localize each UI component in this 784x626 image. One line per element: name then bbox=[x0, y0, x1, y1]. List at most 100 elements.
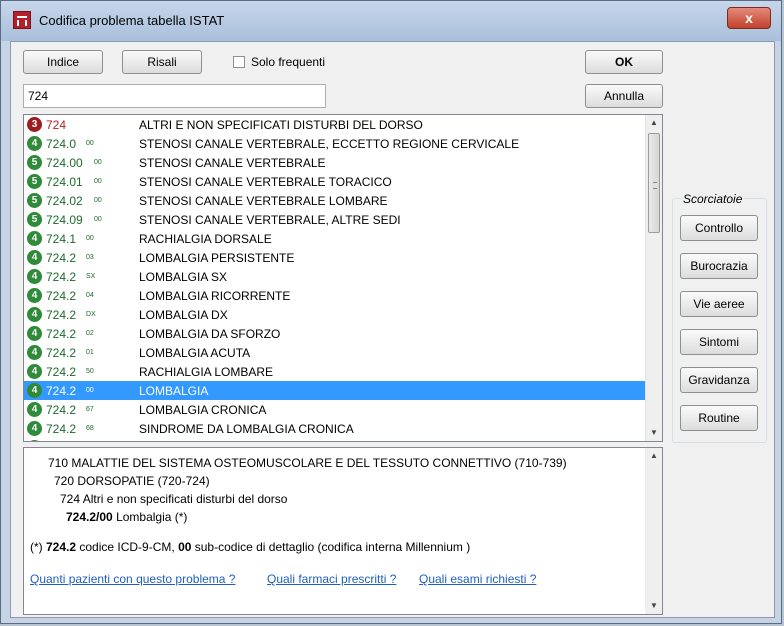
item-subcode: SX bbox=[86, 273, 96, 280]
item-code: 724.1 bbox=[46, 232, 77, 246]
selected-desc: Lombalgia (*) bbox=[116, 510, 188, 524]
selected-code: 724.2/00 bbox=[66, 510, 113, 524]
item-description: LOMBALGIA bbox=[139, 384, 209, 398]
shortcut-button-routine[interactable]: Routine bbox=[680, 405, 758, 431]
item-description: LOMBALGIA DA SFORZO bbox=[139, 327, 281, 341]
item-subcode: 00 bbox=[94, 216, 102, 223]
risali-button[interactable]: Risali bbox=[122, 50, 202, 74]
list-item[interactable]: 4 724.2 00 LOMBALGIA bbox=[24, 381, 646, 400]
list-item[interactable]: 4 724.2 02 LOMBALGIA DA SFORZO bbox=[24, 324, 646, 343]
detail-scrollbar[interactable]: ▲ ▼ bbox=[645, 448, 662, 614]
indice-button[interactable]: Indice bbox=[23, 50, 103, 74]
level-badge-icon: 4 bbox=[27, 288, 42, 303]
shortcut-button-gravidanza[interactable]: Gravidanza bbox=[680, 367, 758, 393]
list-item[interactable]: 4 724.2 67 LOMBALGIA CRONICA bbox=[24, 400, 646, 419]
list-item[interactable]: 3 724 ALTRI E NON SPECIFICATI DISTURBI DEL… bbox=[24, 115, 646, 134]
detail-scroll-up-icon[interactable]: ▲ bbox=[646, 448, 662, 464]
list-item[interactable]: 5 724.00 00 STENOSI CANALE VERTEBRALE bbox=[24, 153, 646, 172]
item-subcode: 00 bbox=[94, 178, 102, 185]
item-code: 724.09 bbox=[46, 213, 83, 227]
item-code: 724.2 bbox=[46, 403, 77, 417]
problem-code-list[interactable]: 3 724 ALTRI E NON SPECIFICATI DISTURBI DEL… bbox=[23, 114, 663, 442]
detail-panel: 710 MALATTIE DEL SISTEMA OSTEOMUSCOLARE … bbox=[23, 447, 663, 615]
dialog-window: Codifica problema tabella ISTAT x Indice… bbox=[0, 0, 782, 624]
item-description: LOMBALGIA CRONICA bbox=[139, 403, 267, 417]
item-subcode: 68 bbox=[86, 425, 94, 432]
list-item[interactable]: 4 724.2 68 SINDROME DA LOMBALGIA CRONICA bbox=[24, 419, 646, 438]
level-badge-icon: 4 bbox=[27, 136, 42, 151]
item-description: STENOSI CANALE VERTEBRALE, ECCETTO REGIO… bbox=[139, 137, 520, 151]
list-item[interactable]: 4 724.2 SX LOMBALGIA SX bbox=[24, 267, 646, 286]
list-scrollbar[interactable]: ▲ ▼ bbox=[645, 115, 662, 441]
level-badge-icon: 5 bbox=[27, 193, 42, 208]
list-item[interactable]: 4 724.2 01 LOMBALGIA ACUTA bbox=[24, 343, 646, 362]
level-badge-icon: 4 bbox=[27, 307, 42, 322]
level-badge-icon: 5 bbox=[27, 155, 42, 170]
item-description: STENOSI CANALE VERTEBRALE bbox=[139, 156, 326, 170]
solo-frequenti-checkbox[interactable]: Solo frequenti bbox=[233, 54, 325, 70]
link-patients[interactable]: Quanti pazienti con questo problema ? bbox=[30, 572, 235, 586]
level-badge-icon: 5 bbox=[27, 212, 42, 227]
annulla-button[interactable]: Annulla bbox=[585, 84, 663, 108]
item-subcode: 02 bbox=[86, 330, 94, 337]
search-input[interactable]: 724 bbox=[23, 84, 326, 108]
list-item[interactable]: 5 724.01 00 STENOSI CANALE VERTEBRALE TORAC… bbox=[24, 172, 646, 191]
item-subcode: 00 bbox=[94, 197, 102, 204]
level-badge-icon: 4 bbox=[27, 250, 42, 265]
shortcut-button-vie-aeree[interactable]: Vie aeree bbox=[680, 291, 758, 317]
item-subcode: 00 bbox=[86, 140, 94, 147]
level-badge-icon: 4 bbox=[27, 345, 42, 360]
solo-frequenti-label: Solo frequenti bbox=[251, 54, 326, 69]
item-code: 724.2 bbox=[46, 289, 77, 303]
item-subcode: DX bbox=[86, 311, 96, 318]
item-subcode: 00 bbox=[86, 387, 94, 394]
item-code: 724.01 bbox=[46, 175, 83, 189]
scroll-up-icon[interactable]: ▲ bbox=[646, 115, 662, 131]
item-description: LOMBALGIA ACUTA bbox=[139, 346, 251, 360]
hierarchy-chapter: 710 MALATTIE DEL SISTEMA OSTEOMUSCOLARE … bbox=[48, 456, 567, 470]
level-badge-icon: 4 bbox=[27, 440, 42, 441]
ok-button[interactable]: OK bbox=[585, 50, 663, 74]
link-drugs[interactable]: Quali farmaci prescritti ? bbox=[267, 572, 396, 586]
close-button[interactable]: x bbox=[727, 7, 771, 29]
note-sub: 00 bbox=[178, 540, 192, 554]
item-description: RACHIALGIA DORSALE bbox=[139, 232, 272, 246]
level-badge-icon: 4 bbox=[27, 269, 42, 284]
list-item[interactable]: 4 724.2 04 LOMBALGIA RICORRENTE bbox=[24, 286, 646, 305]
level-badge-icon: 3 bbox=[27, 117, 42, 132]
list-item[interactable]: 5 724.02 00 STENOSI CANALE VERTEBRALE LOMBA… bbox=[24, 191, 646, 210]
detail-scroll-down-icon[interactable]: ▼ bbox=[646, 598, 662, 614]
item-description: LOMBALGIA PERSISTENTE bbox=[139, 251, 295, 265]
list-item[interactable]: 4 724.1 00 RACHIALGIA DORSALE bbox=[24, 229, 646, 248]
grip-icon bbox=[653, 182, 657, 189]
scroll-down-icon[interactable]: ▼ bbox=[646, 425, 662, 441]
item-code: 724.2 bbox=[46, 365, 77, 379]
link-exams[interactable]: Quali esami richiesti ? bbox=[419, 572, 536, 586]
item-code: 724.3 bbox=[46, 441, 76, 442]
list-item[interactable]: 4 724.2 50 RACHIALGIA LOMBARE bbox=[24, 362, 646, 381]
item-code: 724.2 bbox=[46, 251, 77, 265]
shortcuts-group: Scorciatoie Controllo Burocrazia Vie aer… bbox=[672, 192, 767, 443]
item-code: 724.2 bbox=[46, 327, 77, 341]
hierarchy-selected: 724.2/00 Lombalgia (*) bbox=[66, 510, 187, 524]
shortcut-button-controllo[interactable]: Controllo bbox=[680, 215, 758, 241]
item-description: SCIATALGIA DX bbox=[139, 441, 227, 442]
shortcut-button-sintomi[interactable]: Sintomi bbox=[680, 329, 758, 355]
shortcut-button-burocrazia[interactable]: Burocrazia bbox=[680, 253, 758, 279]
checkbox-box[interactable] bbox=[233, 55, 245, 68]
scroll-thumb[interactable] bbox=[648, 133, 660, 233]
item-description: STENOSI CANALE VERTEBRALE LOMBARE bbox=[139, 194, 388, 208]
list-item[interactable]: 4 724.2 03 LOMBALGIA PERSISTENTE bbox=[24, 248, 646, 267]
hierarchy-section: 720 DORSOPATIE (720-724) bbox=[54, 474, 210, 488]
list-item[interactable]: 5 724.09 00 STENOSI CANALE VERTEBRALE, ALTR… bbox=[24, 210, 646, 229]
note-code: 724.2 bbox=[46, 540, 77, 554]
item-code: 724.00 bbox=[46, 156, 83, 170]
list-item[interactable]: 4 724.3 SCIATALGIA DX bbox=[24, 438, 646, 442]
item-subcode: 67 bbox=[86, 406, 94, 413]
list-item[interactable]: 4 724.0 00 STENOSI CANALE VERTEBRALE, ECCET… bbox=[24, 134, 646, 153]
item-code: 724.02 bbox=[46, 194, 83, 208]
level-badge-icon: 4 bbox=[27, 383, 42, 398]
list-item[interactable]: 4 724.2 DX LOMBALGIA DX bbox=[24, 305, 646, 324]
title-bar[interactable]: Codifica problema tabella ISTAT x bbox=[1, 1, 781, 41]
item-code: 724.2 bbox=[46, 270, 77, 284]
